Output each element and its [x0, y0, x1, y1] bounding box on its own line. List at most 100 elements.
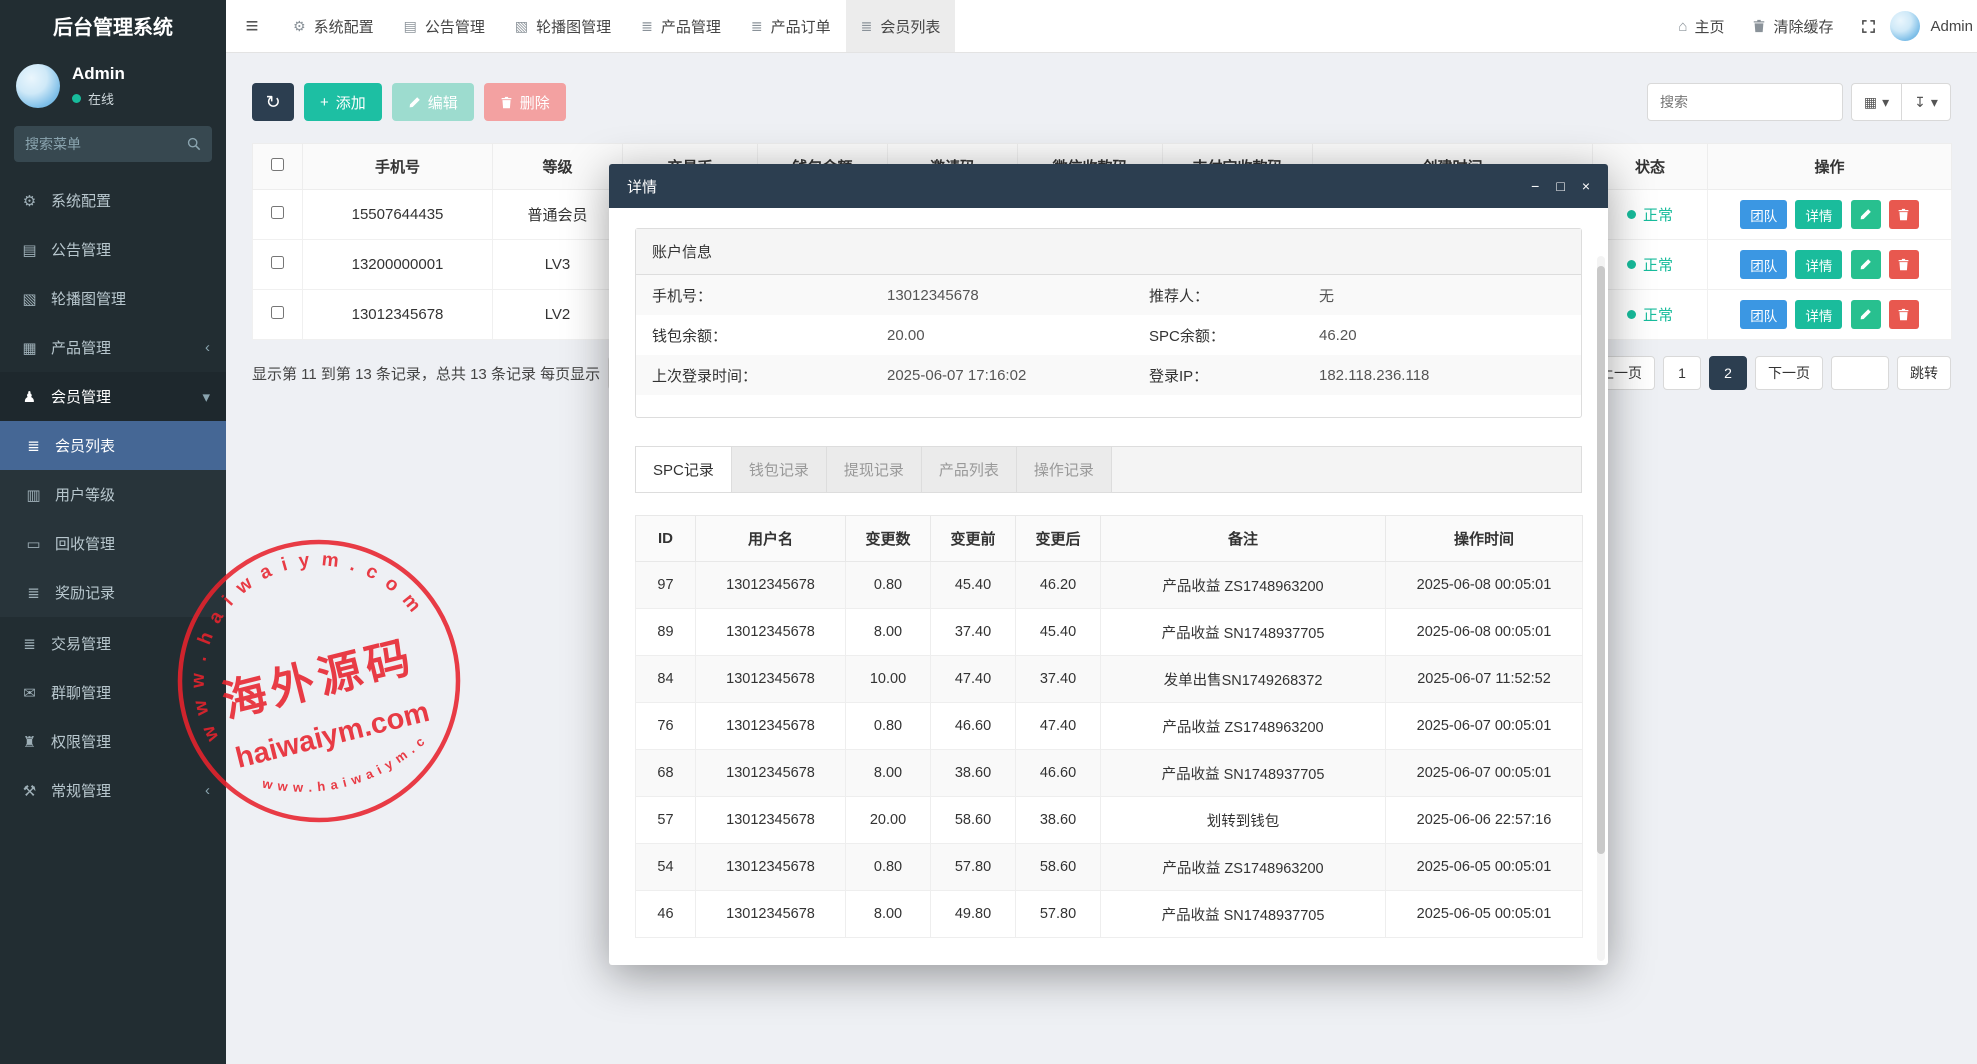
sidebar-item-label: 群聊管理 — [51, 682, 111, 703]
modal-header[interactable]: 详情 − □ × — [609, 164, 1608, 208]
tab-operation-records[interactable]: 操作记录 — [1017, 447, 1112, 492]
team-button[interactable]: 团队 — [1740, 300, 1787, 329]
tab-wallet-records[interactable]: 钱包记录 — [732, 447, 827, 492]
export-button[interactable]: ↧ ▾ — [1901, 83, 1951, 121]
field-row: 手机号： 13012345678 推荐人： 无 — [636, 275, 1581, 315]
home-icon: ⌂ — [1678, 18, 1687, 35]
user-avatar[interactable] — [16, 64, 60, 108]
page-jump-input[interactable] — [1831, 356, 1889, 390]
list-icon: ≣ — [24, 437, 43, 455]
hamburger-icon[interactable]: ≡ — [226, 0, 278, 52]
field-value-login-ip: 182.118.236.118 — [1319, 367, 1581, 384]
cell-username: 13012345678 — [696, 703, 846, 750]
refresh-button[interactable]: ↻ — [252, 83, 294, 121]
row-checkbox[interactable] — [271, 306, 284, 319]
list-icon: ≣ — [20, 635, 39, 653]
sidebar-item-label: 回收管理 — [55, 533, 115, 554]
detail-button[interactable]: 详情 — [1795, 200, 1842, 229]
tab-spc-records[interactable]: SPC记录 — [636, 447, 732, 492]
cell-id: 97 — [636, 562, 696, 609]
chevron-down-icon: ▾ — [202, 388, 210, 406]
page-2-button[interactable]: 2 — [1709, 356, 1747, 390]
cell-before: 46.60 — [931, 703, 1016, 750]
delete-row-button[interactable] — [1889, 200, 1919, 229]
tab-withdraw-records[interactable]: 提现记录 — [827, 447, 922, 492]
tab-product-orders[interactable]: ≣ 产品订单 — [736, 0, 846, 52]
sidebar-item-group-chat-management[interactable]: ✉ 群聊管理 — [0, 668, 226, 717]
search-icon[interactable] — [187, 137, 201, 151]
sidebar-item-general-management[interactable]: ⚒ 常规管理 ‹ — [0, 766, 226, 815]
col-after: 变更后 — [1016, 516, 1101, 562]
add-button[interactable]: + 添加 — [304, 83, 382, 121]
sidebar-item-member-management[interactable]: ♟ 会员管理 ▾ — [0, 372, 226, 421]
select-all-checkbox[interactable] — [271, 158, 284, 171]
cell-after: 38.60 — [1016, 797, 1101, 844]
tab-member-list[interactable]: ≣ 会员列表 — [846, 0, 956, 52]
sidebar-item-product-management[interactable]: ▦ 产品管理 ‹ — [0, 323, 226, 372]
clear-cache-label: 清除缓存 — [1773, 16, 1833, 37]
menu-search-input[interactable] — [25, 136, 187, 152]
topnav-avatar[interactable] — [1890, 11, 1920, 41]
account-info-title: 账户信息 — [636, 229, 1581, 275]
cell-after: 37.40 — [1016, 656, 1101, 703]
tab-system-config[interactable]: ⚙ 系统配置 — [278, 0, 389, 52]
edit-row-button[interactable] — [1851, 250, 1881, 279]
trash-icon — [1897, 308, 1910, 321]
jump-button[interactable]: 跳转 — [1897, 356, 1951, 390]
columns-toggle-button[interactable]: ▦ ▾ — [1851, 83, 1901, 121]
sidebar-item-system-config[interactable]: ⚙ 系统配置 — [0, 176, 226, 225]
tab-label: 产品订单 — [771, 16, 831, 37]
fullscreen-button[interactable] — [1847, 0, 1890, 52]
delete-button[interactable]: 删除 — [484, 83, 566, 121]
tab-product-management[interactable]: ≣ 产品管理 — [626, 0, 736, 52]
status-badge: 正常 — [1627, 254, 1673, 275]
col-actions: 操作 — [1708, 144, 1952, 190]
sidebar-item-trade-management[interactable]: ≣ 交易管理 — [0, 619, 226, 668]
topnav-user-name[interactable]: Admin — [1920, 0, 1977, 52]
delete-row-button[interactable] — [1889, 250, 1919, 279]
clear-cache-link[interactable]: 清除缓存 — [1738, 0, 1847, 52]
team-button[interactable]: 团队 — [1740, 200, 1787, 229]
sidebar-item-member-list[interactable]: ≣ 会员列表 — [0, 421, 226, 470]
tab-banner-management[interactable]: ▧ 轮播图管理 — [500, 0, 626, 52]
sidebar-item-user-levels[interactable]: ▥ 用户等级 — [0, 470, 226, 519]
close-icon[interactable]: × — [1582, 178, 1590, 194]
home-link[interactable]: ⌂ 主页 — [1664, 0, 1738, 52]
row-checkbox[interactable] — [271, 256, 284, 269]
field-value-phone: 13012345678 — [887, 287, 1149, 304]
sidebar-item-permission-management[interactable]: ♜ 权限管理 — [0, 717, 226, 766]
minimize-icon[interactable]: − — [1531, 178, 1539, 194]
tab-announcements[interactable]: ▤ 公告管理 — [389, 0, 500, 52]
export-icon: ↧ — [1914, 94, 1926, 111]
pencil-icon — [1859, 308, 1872, 321]
sidebar-item-recycle-management[interactable]: ▭ 回收管理 — [0, 519, 226, 568]
modal-scrollbar-thumb[interactable] — [1597, 266, 1605, 854]
table-search-input[interactable] — [1647, 83, 1843, 121]
modal-scrollbar-track[interactable] — [1597, 256, 1605, 961]
tab-product-list[interactable]: 产品列表 — [922, 447, 1017, 492]
sidebar-item-banner-management[interactable]: ▧ 轮播图管理 — [0, 274, 226, 323]
chart-icon: ▥ — [24, 486, 43, 504]
detail-button[interactable]: 详情 — [1795, 250, 1842, 279]
team-button[interactable]: 团队 — [1740, 250, 1787, 279]
next-page-button[interactable]: 下一页 — [1755, 356, 1823, 390]
maximize-icon[interactable]: □ — [1556, 178, 1564, 194]
cell-operate-time: 2025-06-08 00:05:01 — [1386, 609, 1583, 656]
sidebar-item-reward-records[interactable]: ≣ 奖励记录 — [0, 568, 226, 617]
page-1-button[interactable]: 1 — [1663, 356, 1701, 390]
detail-button[interactable]: 详情 — [1795, 300, 1842, 329]
cell-change-amount: 20.00 — [846, 797, 931, 844]
sidebar-item-announcements[interactable]: ▤ 公告管理 — [0, 225, 226, 274]
cell-after: 57.80 — [1016, 891, 1101, 938]
edit-row-button[interactable] — [1851, 300, 1881, 329]
cell-id: 84 — [636, 656, 696, 703]
row-checkbox[interactable] — [271, 206, 284, 219]
image-icon: ▧ — [20, 290, 39, 308]
field-row: 钱包余额： 20.00 SPC余额： 46.20 — [636, 315, 1581, 355]
modal-tabs: SPC记录 钱包记录 提现记录 产品列表 操作记录 — [635, 446, 1582, 493]
edit-button[interactable]: 编辑 — [392, 83, 474, 121]
delete-row-button[interactable] — [1889, 300, 1919, 329]
pencil-icon — [1859, 208, 1872, 221]
edit-row-button[interactable] — [1851, 200, 1881, 229]
sidebar-item-label: 交易管理 — [51, 633, 111, 654]
